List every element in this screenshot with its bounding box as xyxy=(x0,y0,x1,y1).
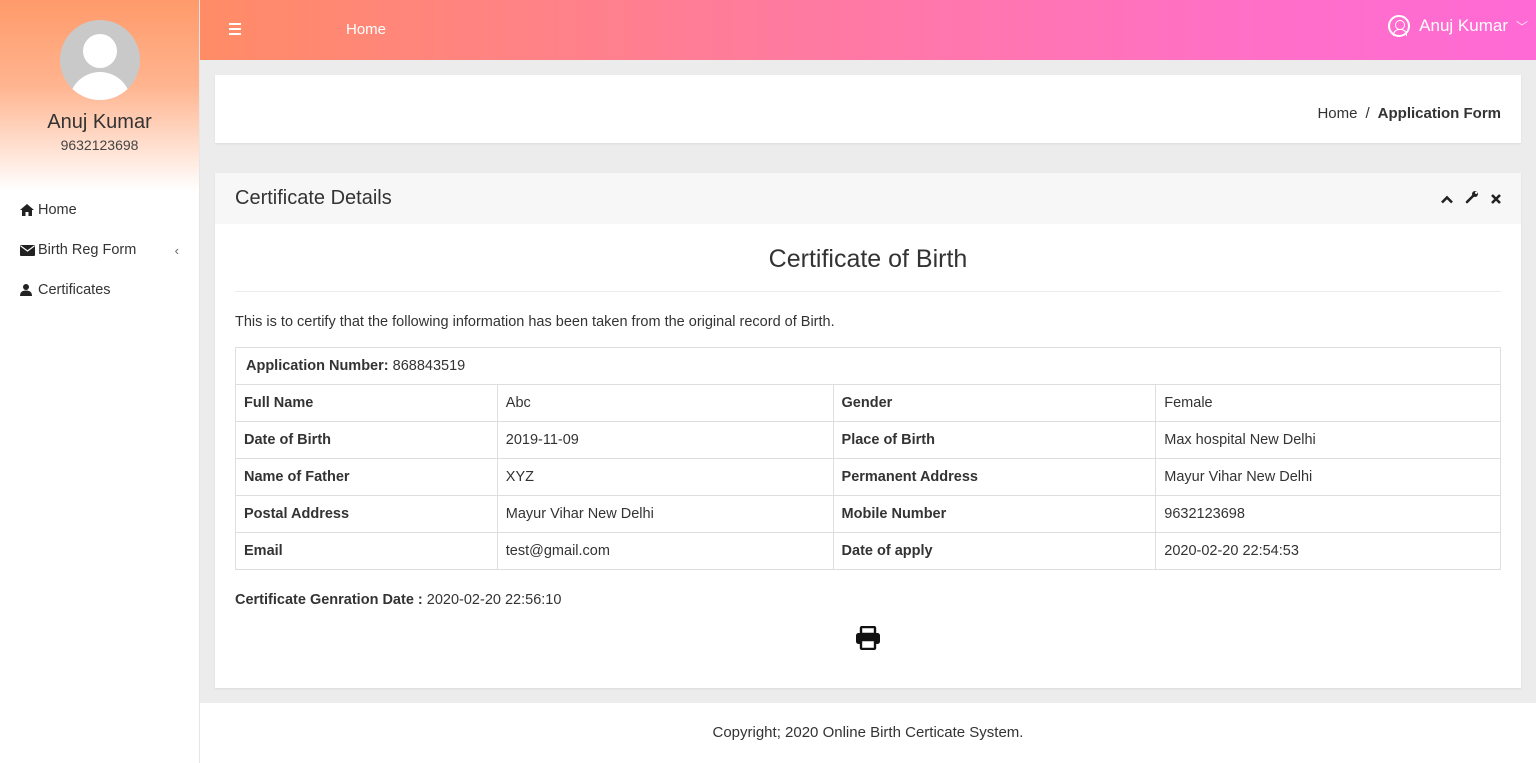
table-row: Email test@gmail.com Date of apply 2020-… xyxy=(235,532,1501,570)
generation-date-value: 2020-02-20 22:56:10 xyxy=(426,592,562,608)
sidebar-item-birth-reg-form[interactable]: Birth Reg Form ‹ xyxy=(0,230,199,270)
sidebar-item-label: Birth Reg Form xyxy=(38,242,137,258)
breadcrumb-current: Application Form xyxy=(1377,105,1501,122)
field-label: Date of apply xyxy=(832,532,1157,570)
close-icon[interactable] xyxy=(1491,191,1501,207)
field-value: 2019-11-09 xyxy=(496,421,834,459)
sidebar-item-home[interactable]: Home xyxy=(0,190,199,230)
chevron-left-icon: ‹ xyxy=(174,242,179,258)
breadcrumb: Home / Application Form xyxy=(1317,105,1501,122)
user-menu[interactable]: Anuj Kumar ﹀ xyxy=(1388,15,1528,37)
table-row: Date of Birth 2019-11-09 Place of Birth … xyxy=(235,421,1501,459)
field-value: XYZ xyxy=(496,458,834,496)
panel-header: Certificate Details xyxy=(215,173,1521,224)
field-label: Email xyxy=(235,532,498,570)
field-label: Gender xyxy=(832,384,1157,422)
user-circle-icon xyxy=(1388,15,1411,37)
footer-text: Copyright; 2020 Online Birth Certicate S… xyxy=(712,724,1024,741)
sidebar-item-label: Certificates xyxy=(38,282,111,298)
field-value: Max hospital New Delhi xyxy=(1155,421,1501,459)
application-number-value: 868843519 xyxy=(392,358,466,374)
field-value: Abc xyxy=(496,384,834,422)
certificate-generation-date: Certificate Genration Date : 2020-02-20 … xyxy=(235,592,1501,608)
topbar-page-link[interactable]: Home xyxy=(346,21,386,38)
table-row: Name of Father XYZ Permanent Address May… xyxy=(235,458,1501,496)
chevron-down-icon: ﹀ xyxy=(1515,19,1528,34)
field-value: test@gmail.com xyxy=(496,532,834,570)
sidebar-profile: Anuj Kumar 9632123698 xyxy=(0,0,199,190)
field-value: 9632123698 xyxy=(1155,495,1501,533)
envelope-icon xyxy=(20,243,36,257)
panel-title: Certificate Details xyxy=(235,187,392,209)
wrench-icon[interactable] xyxy=(1465,190,1479,207)
certificate-table: Application Number: 868843519 Full Name … xyxy=(235,347,1501,570)
field-value: Mayur Vihar New Delhi xyxy=(1155,458,1501,496)
certificate-panel: Certificate Details Certificate of Birth… xyxy=(215,173,1521,688)
field-label: Place of Birth xyxy=(832,421,1157,459)
field-label: Full Name xyxy=(235,384,498,422)
field-value: Female xyxy=(1155,384,1501,422)
top-navbar: Home Anuj Kumar ﹀ xyxy=(200,0,1536,60)
table-row: Application Number: 868843519 xyxy=(235,347,1501,385)
field-label: Date of Birth xyxy=(235,421,498,459)
sidebar-item-label: Home xyxy=(38,202,77,218)
breadcrumb-separator: / xyxy=(1365,105,1370,122)
sidebar-menu: Home Birth Reg Form ‹ Certificates xyxy=(0,190,199,310)
breadcrumb-home[interactable]: Home xyxy=(1317,105,1357,122)
avatar xyxy=(59,20,140,100)
sidebar-user-phone: 9632123698 xyxy=(60,137,139,153)
panel-body: Certificate of Birth This is to certify … xyxy=(215,224,1521,608)
home-icon xyxy=(20,203,36,217)
application-number-label: Application Number: xyxy=(246,358,389,374)
user-icon xyxy=(20,283,36,297)
field-label: Name of Father xyxy=(235,458,498,496)
footer: Copyright; 2020 Online Birth Certicate S… xyxy=(200,703,1536,763)
certificate-title: Certificate of Birth xyxy=(235,224,1501,292)
panel-tools xyxy=(1441,190,1501,207)
sidebar: Anuj Kumar 9632123698 Home Birth Reg For… xyxy=(0,0,200,763)
application-number-cell: Application Number: 868843519 xyxy=(235,347,1501,385)
sidebar-user-name: Anuj Kumar xyxy=(47,111,152,133)
generation-date-label: Certificate Genration Date : xyxy=(235,592,423,608)
collapse-chevron-up-icon[interactable] xyxy=(1441,191,1453,207)
print-icon[interactable] xyxy=(855,625,881,652)
menu-toggle-icon[interactable] xyxy=(229,23,241,35)
user-menu-name: Anuj Kumar xyxy=(1419,16,1508,35)
field-value: Mayur Vihar New Delhi xyxy=(496,495,834,533)
table-row: Full Name Abc Gender Female xyxy=(235,384,1501,422)
sidebar-item-certificates[interactable]: Certificates xyxy=(0,270,199,310)
certificate-intro: This is to certify that the following in… xyxy=(235,314,835,330)
breadcrumb-card: Home / Application Form xyxy=(215,75,1521,143)
table-row: Postal Address Mayur Vihar New Delhi Mob… xyxy=(235,495,1501,533)
field-label: Mobile Number xyxy=(832,495,1157,533)
field-label: Permanent Address xyxy=(832,458,1157,496)
field-label: Postal Address xyxy=(235,495,498,533)
main-content: Home / Application Form Certificate Detail… xyxy=(200,60,1536,703)
field-value: 2020-02-20 22:54:53 xyxy=(1155,532,1501,570)
